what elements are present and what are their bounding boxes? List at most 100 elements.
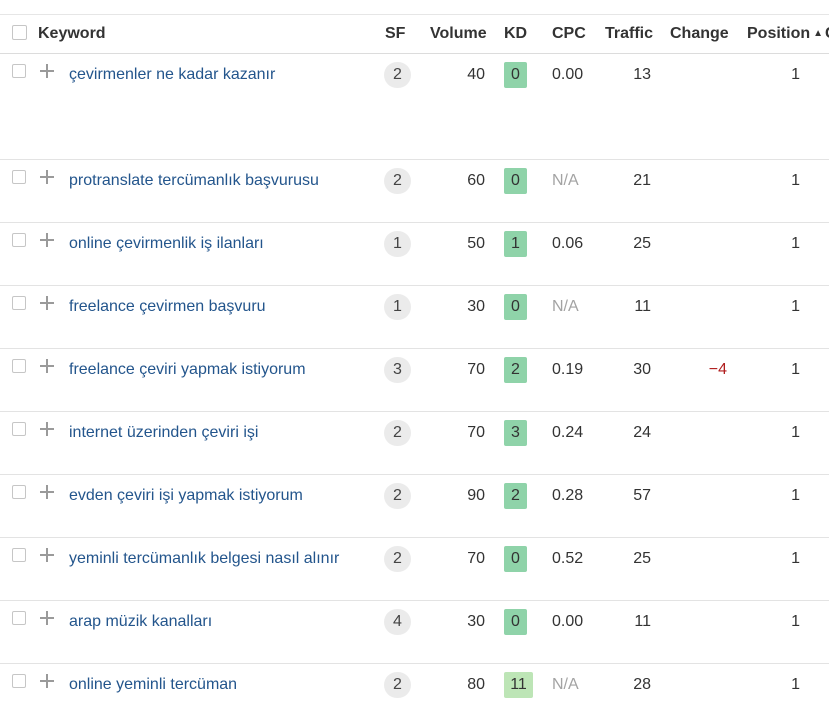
position-value: 1 [791, 298, 800, 315]
cpc-value: 0.06 [552, 235, 584, 252]
traffic-value: 11 [634, 298, 651, 315]
keyword-link[interactable]: çevirmenler ne kadar kazanır [69, 66, 275, 84]
keyword-link[interactable]: freelance çevirmen başvuru [69, 298, 266, 316]
row-checkbox[interactable] [12, 359, 26, 373]
row-checkbox[interactable] [12, 485, 26, 499]
position-value: 1 [791, 172, 800, 189]
table-row: arap müzik kanalları 4 30 0 0.00 11 1 [0, 601, 829, 664]
volume-column-header[interactable]: Volume [430, 25, 487, 43]
keyword-link[interactable]: protranslate tercümanlık başvurusu [69, 172, 319, 190]
sf-badge[interactable]: 2 [384, 168, 411, 194]
kd-column-header[interactable]: KD [504, 25, 527, 43]
traffic-value: 30 [633, 361, 651, 378]
cpc-column-header[interactable]: CPC [552, 25, 586, 43]
plus-icon[interactable] [39, 169, 55, 185]
kd-badge: 0 [504, 62, 527, 88]
kd-badge: 0 [504, 609, 527, 635]
cpc-value: 0.28 [552, 487, 584, 504]
volume-value: 40 [467, 66, 485, 83]
row-checkbox[interactable] [12, 422, 26, 436]
keyword-link[interactable]: freelance çeviri yapmak istiyorum [69, 361, 306, 379]
position-value: 1 [791, 235, 800, 252]
table-row: freelance çeviri yapmak istiyorum 3 70 2 0.1… [0, 349, 829, 412]
position-value: 1 [791, 613, 800, 630]
plus-icon[interactable] [39, 484, 55, 500]
position-value: 1 [791, 361, 800, 378]
table-row: evden çeviri işi yapmak istiyorum 2 90 2 0.2… [0, 475, 829, 538]
sf-badge[interactable]: 4 [384, 609, 411, 635]
cpc-value: 0.00 [552, 66, 584, 83]
position-value: 1 [791, 487, 800, 504]
sf-badge[interactable]: 2 [384, 546, 411, 572]
table-row: online yeminli tercüman 2 80 11 N/A 28 1 [0, 664, 829, 704]
traffic-value: 24 [633, 424, 651, 441]
table-row: protranslate tercümanlık başvurusu 2 60 0 N/… [0, 160, 829, 223]
keyword-link[interactable]: internet üzerinden çeviri işi [69, 424, 258, 442]
cpc-value: N/A [552, 298, 579, 315]
cpc-value: 0.00 [552, 613, 584, 630]
sf-badge[interactable]: 3 [384, 357, 411, 383]
row-checkbox[interactable] [12, 64, 26, 78]
change-value: −4 [708, 361, 727, 378]
plus-icon[interactable] [39, 610, 55, 626]
position-value: 1 [791, 550, 800, 567]
kd-badge: 1 [504, 231, 527, 257]
row-checkbox[interactable] [12, 233, 26, 247]
keyword-link[interactable]: yeminli tercümanlık belgesi nasıl alınır [69, 550, 339, 568]
traffic-value: 21 [633, 172, 651, 189]
select-all-checkbox[interactable] [12, 25, 27, 40]
keyword-link[interactable]: evden çeviri işi yapmak istiyorum [69, 487, 303, 505]
kd-badge: 11 [504, 672, 533, 698]
traffic-value: 28 [633, 676, 651, 693]
sf-badge[interactable]: 1 [384, 231, 411, 257]
volume-value: 60 [467, 172, 485, 189]
sf-badge[interactable]: 2 [384, 420, 411, 446]
cpc-value: N/A [552, 676, 579, 693]
next-column-header-partial[interactable]: C [825, 25, 829, 43]
row-checkbox[interactable] [12, 611, 26, 625]
cpc-value: N/A [552, 172, 579, 189]
table-row: çevirmenler ne kadar kazanır 2 40 0 0.00 13 1 [0, 54, 829, 160]
traffic-value: 25 [633, 550, 651, 567]
row-checkbox[interactable] [12, 674, 26, 688]
plus-icon[interactable] [39, 295, 55, 311]
volume-value: 30 [467, 298, 485, 315]
plus-icon[interactable] [39, 673, 55, 689]
plus-icon[interactable] [39, 232, 55, 248]
kd-badge: 2 [504, 357, 527, 383]
plus-icon[interactable] [39, 358, 55, 374]
position-value: 1 [791, 66, 800, 83]
table-row: freelance çevirmen başvuru 1 30 0 N/A 11 1 [0, 286, 829, 349]
cpc-value: 0.52 [552, 550, 584, 567]
keyword-link[interactable]: online çevirmenlik iş ilanları [69, 235, 264, 253]
table-row: online çevirmenlik iş ilanları 1 50 1 0.06 25… [0, 223, 829, 286]
traffic-column-header[interactable]: Traffic [605, 25, 653, 43]
sf-column-header[interactable]: SF [385, 25, 405, 43]
traffic-value: 25 [633, 235, 651, 252]
traffic-value: 13 [633, 66, 651, 83]
position-value: 1 [791, 424, 800, 441]
kd-badge: 0 [504, 546, 527, 572]
sf-badge[interactable]: 2 [384, 62, 411, 88]
volume-value: 90 [467, 487, 485, 504]
volume-value: 70 [467, 361, 485, 378]
plus-icon[interactable] [39, 421, 55, 437]
kd-badge: 0 [504, 168, 527, 194]
sf-badge[interactable]: 1 [384, 294, 411, 320]
sf-badge[interactable]: 2 [384, 483, 411, 509]
keyword-link[interactable]: arap müzik kanalları [69, 613, 212, 631]
row-checkbox[interactable] [12, 548, 26, 562]
keyword-column-header[interactable]: Keyword [38, 25, 106, 43]
row-checkbox[interactable] [12, 170, 26, 184]
change-column-header[interactable]: Change [670, 25, 729, 43]
table-row: yeminli tercümanlık belgesi nasıl alınır… [0, 538, 829, 601]
keyword-link[interactable]: online yeminli tercüman [69, 676, 237, 694]
position-value: 1 [791, 676, 800, 693]
plus-icon[interactable] [39, 547, 55, 563]
position-column-header[interactable]: Position ▲ [747, 25, 823, 43]
sort-ascending-icon[interactable]: ▲ [813, 28, 823, 39]
table-row: internet üzerinden çeviri işi 2 70 3 0.24 24 1 [0, 412, 829, 475]
sf-badge[interactable]: 2 [384, 672, 411, 698]
row-checkbox[interactable] [12, 296, 26, 310]
plus-icon[interactable] [39, 63, 55, 79]
